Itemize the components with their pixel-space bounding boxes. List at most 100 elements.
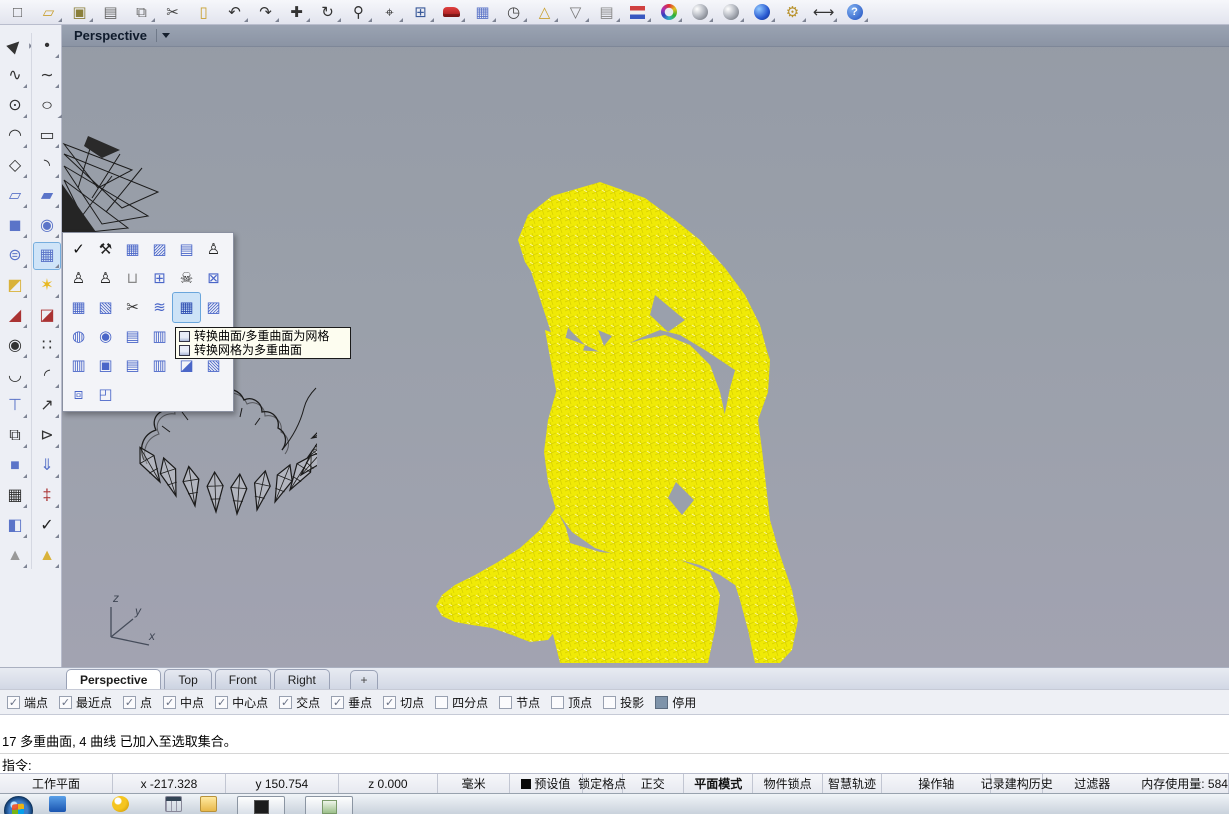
status-filter[interactable]: 过滤器 — [1043, 774, 1141, 793]
wireframe-shard-object[interactable] — [62, 136, 170, 238]
plane-axes-icon[interactable]: ▦ — [65, 293, 92, 322]
mesh-convert-icon[interactable]: ▦ — [173, 293, 200, 322]
mesh-layers-icon[interactable]: ≋ — [146, 293, 173, 322]
osnap-checkbox[interactable] — [551, 696, 564, 709]
person-carry-icon[interactable]: ♙ — [92, 264, 119, 293]
boolean-icon[interactable]: ◩ — [2, 273, 28, 299]
control-curve-icon[interactable]: ∿ — [2, 63, 28, 89]
osnap-midpoint[interactable]: 中点 — [163, 694, 204, 711]
start-button[interactable] — [4, 796, 33, 814]
osnap-quadrant[interactable]: 四分点 — [435, 694, 488, 711]
surface-3pt-icon[interactable]: ▱ — [2, 183, 28, 209]
osnap-knot[interactable]: 节点 — [499, 694, 540, 711]
prism-icon[interactable]: ◧ — [2, 513, 28, 539]
ellipse-icon[interactable]: ○ — [30, 93, 64, 119]
osnap-disable[interactable]: 停用 — [655, 694, 696, 711]
taskbar-window-rhino[interactable] — [237, 796, 285, 814]
box-out-icon[interactable]: ⧈ — [65, 380, 92, 409]
mesh-plane-icon[interactable]: ▦ — [468, 1, 497, 23]
check-icon[interactable]: ✓ — [34, 513, 60, 539]
move-icon[interactable]: ↗ — [34, 393, 60, 419]
interp-curve-icon[interactable]: ∼ — [34, 63, 60, 89]
palette-check-icon[interactable]: ✓ — [65, 235, 92, 264]
box-icon[interactable]: ◼ — [2, 213, 28, 239]
zoom-window-icon[interactable]: ⌖ — [375, 1, 404, 23]
tab-perspective[interactable]: Perspective — [66, 669, 161, 689]
mesh-scatter-icon[interactable]: ▨ — [200, 293, 227, 322]
osnap-checkbox[interactable] — [123, 696, 136, 709]
paste-icon[interactable]: ▯ — [189, 1, 218, 23]
open-file-icon[interactable]: ▱ — [34, 1, 63, 23]
points-group-icon[interactable]: ∷ — [34, 333, 60, 359]
tab-top[interactable]: Top — [164, 669, 211, 689]
osnap-checkbox[interactable] — [7, 696, 20, 709]
meatball-icon[interactable]: ◉ — [92, 322, 119, 351]
viewport-menu-arrow-icon[interactable] — [162, 33, 170, 38]
rotate-view-icon[interactable]: ↻ — [313, 1, 342, 23]
strip-t-icon[interactable]: ▥ — [146, 351, 173, 380]
tab-front[interactable]: Front — [215, 669, 271, 689]
status-layer[interactable]: 预设值 — [510, 774, 582, 793]
mesh-window-icon[interactable]: ▦ — [119, 235, 146, 264]
mesh-trim-icon[interactable]: ✂ — [119, 293, 146, 322]
osnap-checkbox[interactable] — [331, 696, 344, 709]
notes-icon[interactable]: ▤ — [592, 1, 621, 23]
undo-icon[interactable]: ↶ — [220, 1, 249, 23]
osnap-checkbox[interactable] — [435, 696, 448, 709]
trim-icon[interactable]: ◪ — [34, 303, 60, 329]
taskbar-window-viewer[interactable] — [305, 796, 353, 814]
pyramid-icon[interactable]: ▲ — [34, 543, 60, 569]
perspective-viewport[interactable]: Perspective — [62, 25, 1229, 667]
cone-icon[interactable]: ▲ — [2, 543, 28, 569]
bucket-icon[interactable]: ⊔ — [119, 264, 146, 293]
taskbar-app-folder-icon[interactable] — [200, 796, 217, 812]
status-gridsnap[interactable]: 锁定格点 — [583, 774, 623, 793]
explode-icon[interactable]: ✶ — [34, 273, 60, 299]
array-icon[interactable]: ▦ — [2, 483, 28, 509]
status-osnap[interactable]: 物件锁点 — [753, 774, 822, 793]
person-mesh-icon[interactable]: ♙ — [200, 235, 227, 264]
mesh-hole-icon[interactable]: ▣ — [92, 351, 119, 380]
status-planar[interactable]: 平面模式 — [684, 774, 753, 793]
osnap-point[interactable]: 点 — [123, 694, 152, 711]
cylinder-icon[interactable]: ⊜ — [2, 243, 28, 269]
osnap-project[interactable]: 投影 — [603, 694, 644, 711]
osnap-vertex[interactable]: 顶点 — [551, 694, 592, 711]
arc-bold-icon[interactable]: ◝ — [34, 153, 60, 179]
wrench-mesh-icon[interactable]: ⚒ — [92, 235, 119, 264]
cone-flag-icon[interactable]: △ — [530, 1, 559, 23]
strip-b-icon[interactable]: ▥ — [146, 322, 173, 351]
copy-page-icon[interactable]: ⧉ — [127, 1, 156, 23]
curve-point-icon[interactable]: ◡ — [2, 363, 28, 389]
skull-icon[interactable]: ☠ — [173, 264, 200, 293]
pan-icon[interactable]: ✚ — [282, 1, 311, 23]
render-blue-sphere-icon[interactable] — [747, 1, 776, 23]
pointer-icon[interactable]: ▶ — [0, 28, 33, 65]
fillet-icon[interactable]: ◢ — [2, 303, 28, 329]
circle-icon[interactable]: ⊙ — [2, 93, 28, 119]
tab-right[interactable]: Right — [274, 669, 330, 689]
viewport-layout-icon[interactable]: ⊞ — [406, 1, 435, 23]
redo-icon[interactable]: ↷ — [251, 1, 280, 23]
solid-box-icon[interactable]: ■ — [2, 453, 28, 479]
section-icon[interactable]: ‡ — [34, 483, 60, 509]
spotlight-funnel-icon[interactable]: ▽ — [561, 1, 590, 23]
spheres-icon[interactable]: ◉ — [34, 213, 60, 239]
osnap-nearest[interactable]: 最近点 — [59, 694, 112, 711]
person-lift-icon[interactable]: ♙ — [65, 264, 92, 293]
osnap-checkbox[interactable] — [499, 696, 512, 709]
status-memory[interactable]: 内存使用量: 584 — [1141, 774, 1229, 793]
status-z[interactable]: z 0.000 — [339, 774, 438, 793]
gear-icon[interactable]: ⚙ — [778, 1, 807, 23]
bend-surface-icon[interactable]: ▰ — [34, 183, 60, 209]
osnap-tangent[interactable]: 切点 — [383, 694, 424, 711]
car-icon[interactable] — [437, 1, 466, 23]
cut-scissors-icon[interactable]: ✂ — [158, 1, 187, 23]
command-input[interactable] — [36, 757, 1225, 773]
copy-icon[interactable]: ⧉ — [2, 423, 28, 449]
strip-up-icon[interactable]: ▤ — [119, 351, 146, 380]
zoom-lens-icon[interactable]: ⚲ — [344, 1, 373, 23]
color-wheel-icon[interactable] — [654, 1, 683, 23]
osnap-endpoint[interactable]: 端点 — [7, 694, 48, 711]
osnap-checkbox[interactable] — [163, 696, 176, 709]
